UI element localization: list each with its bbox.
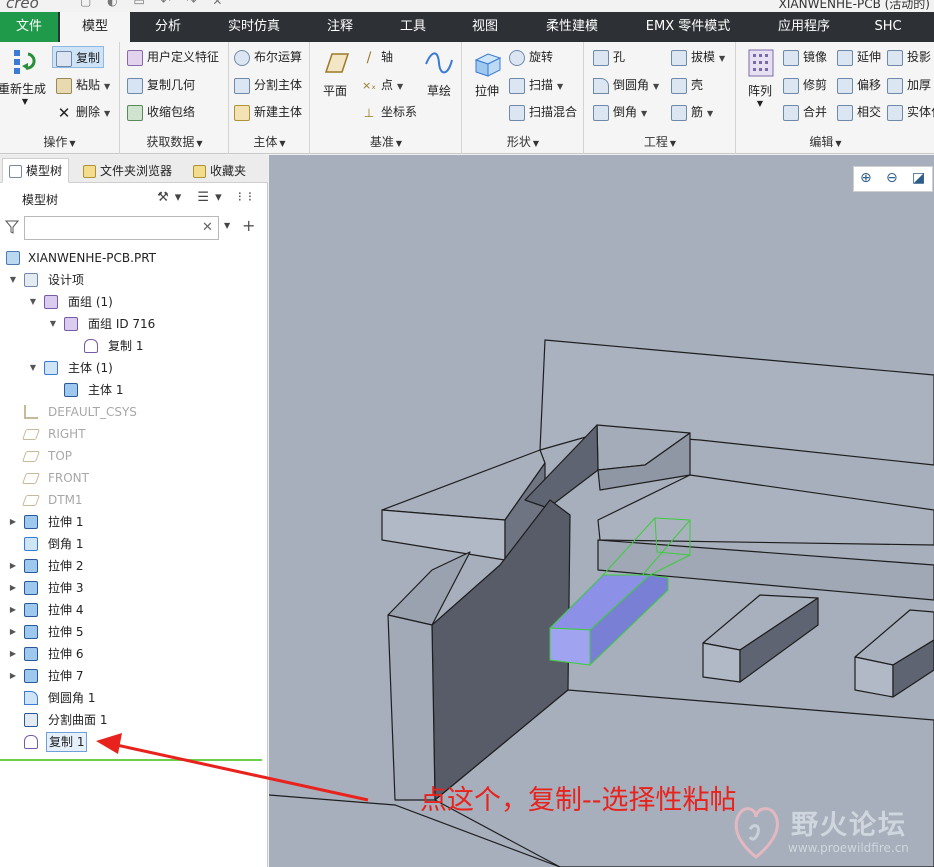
watermark-logo-icon: [734, 807, 779, 859]
watermark-url: www.proewildfire.cn: [788, 841, 909, 855]
creo-window: creo ▢ ◐ ▭ ↶ ↷ ✕ XIANWENHE-PCB (活动的) 文件 …: [0, 0, 934, 867]
watermark-text: 野火论坛: [791, 810, 907, 841]
annotation-arrow: [96, 733, 369, 802]
watermark: 野火论坛 www.proewildfire.cn: [724, 797, 934, 867]
annotation-text: 点这个，复制--选择性粘帖: [420, 785, 737, 816]
